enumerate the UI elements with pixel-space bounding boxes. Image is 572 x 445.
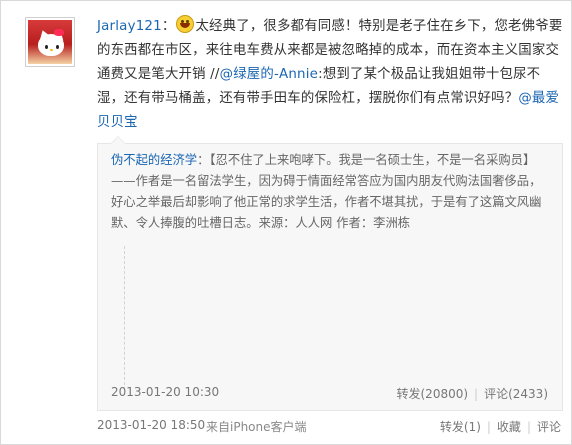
avatar[interactable] bbox=[25, 17, 75, 67]
repost-date-link[interactable]: 2013-01-20 10:30 bbox=[111, 385, 219, 399]
repost-image-placeholder[interactable] bbox=[124, 246, 127, 390]
repost-repost-button[interactable]: 转发(20800) bbox=[397, 387, 469, 401]
post-source-link[interactable]: 来自iPhone客户端 bbox=[206, 418, 307, 435]
mention-link-annie[interactable]: @绿屋的-Annie bbox=[220, 67, 319, 82]
repost-footer: 2013-01-20 10:30 转发(20800) | 评论(2433) bbox=[111, 383, 548, 403]
post-footer: 2013-01-20 18:50 来自iPhone客户端 转发(1) | 收藏 | 评论 bbox=[97, 416, 561, 436]
repost-pointer bbox=[110, 136, 126, 144]
favorite-button[interactable]: 收藏 bbox=[497, 420, 521, 434]
repost-text: 伪不起的经济学：【忍不住了上来咆哮下。我是一名硕士生，不是一名采购员】——作者是… bbox=[111, 150, 551, 234]
colon-separator: ： bbox=[161, 19, 176, 34]
hello-kitty-avatar-image bbox=[28, 20, 72, 64]
smile-emoji-icon bbox=[176, 15, 195, 33]
divider: | bbox=[486, 420, 491, 434]
post-date-link[interactable]: 2013-01-20 18:50 bbox=[97, 418, 205, 432]
repost-button[interactable]: 转发(1) bbox=[440, 420, 481, 434]
repost-comment-button[interactable]: 评论(2433) bbox=[484, 387, 548, 401]
divider: | bbox=[474, 387, 479, 401]
reposted-weibo: 伪不起的经济学：【忍不住了上来咆哮下。我是一名硕士生，不是一名采购员】——作者是… bbox=[97, 136, 563, 411]
comment-button[interactable]: 评论 bbox=[537, 420, 561, 434]
post-content: Jarlay121： 太经典了，很多都有同感！特别是老子住在乡下，您老佛爷要的东西… bbox=[97, 15, 563, 135]
divider: | bbox=[526, 420, 531, 434]
username-link[interactable]: Jarlay121 bbox=[97, 19, 162, 34]
weibo-post-card: Jarlay121： 太经典了，很多都有同感！特别是老子住在乡下，您老佛爷要的东西… bbox=[0, 0, 572, 445]
repost-author-link[interactable]: 伪不起的经济学 bbox=[111, 153, 197, 167]
